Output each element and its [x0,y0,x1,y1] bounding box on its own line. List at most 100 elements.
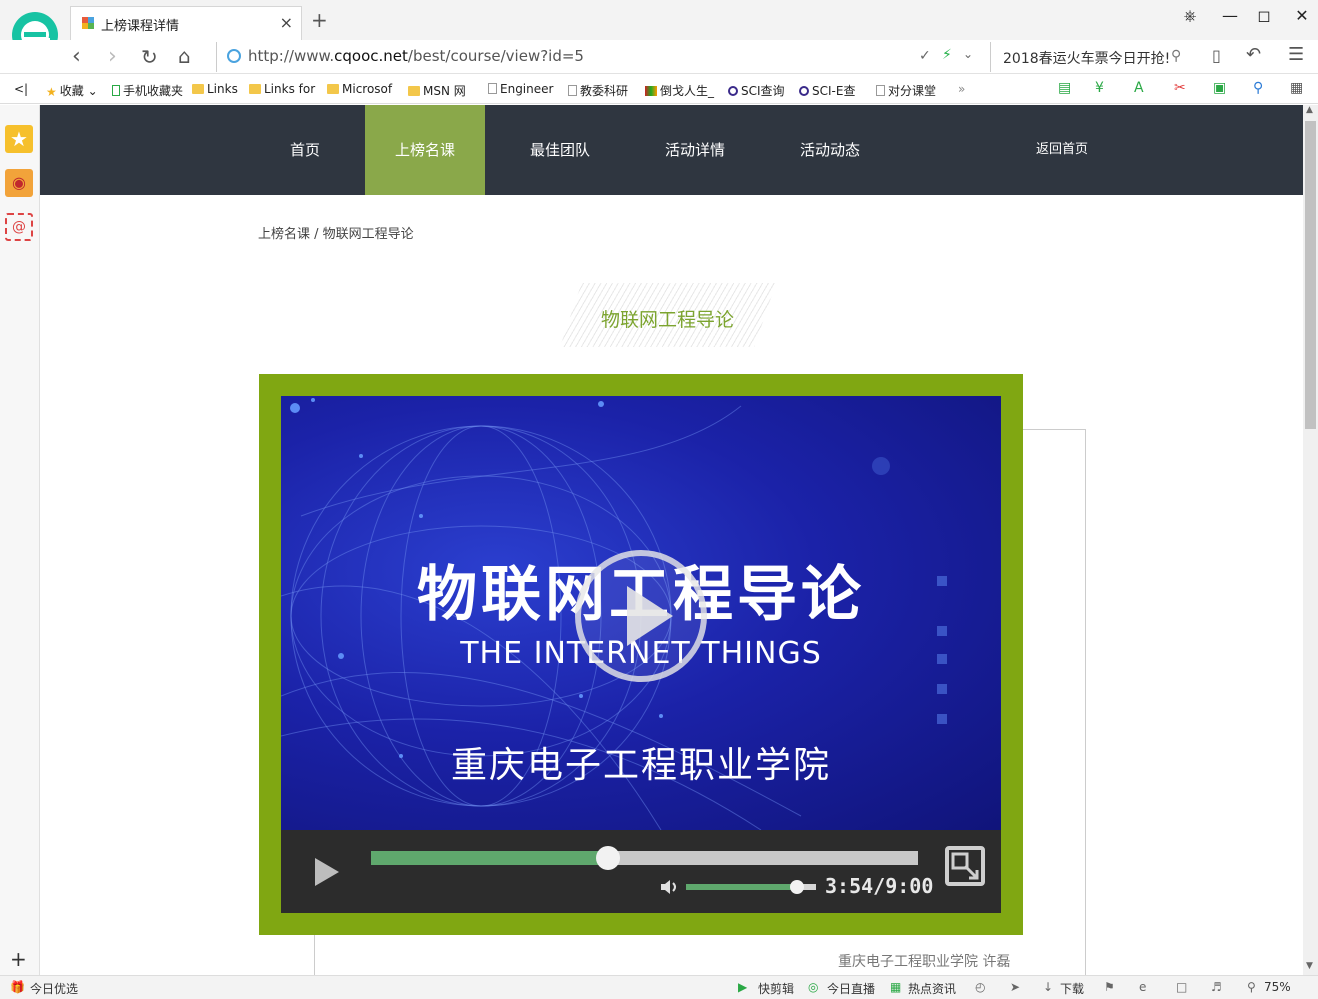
bookmark-sci-e[interactable]: SCI-E查 [799,82,855,99]
course-credit: 重庆电子工程职业学院 许磊 [838,954,1011,970]
browser-sidebar: ★ ◉ @ + [0,105,40,975]
window-close-icon[interactable]: ✕ [1290,6,1314,25]
volume-icon[interactable] [659,879,681,895]
bookmark-engineer[interactable]: Engineer [488,82,553,96]
gift-icon[interactable]: 🎁 [10,980,25,994]
progress-handle[interactable] [596,846,620,870]
bookmark-mobile-folder[interactable]: 手机收藏夹 [112,82,183,99]
flag-icon[interactable]: ⚑ [1104,980,1115,994]
accelerate-icon[interactable]: ➤ [1010,980,1020,994]
browser-tab[interactable]: 上榜课程详情 × [70,6,302,40]
speed-icon[interactable]: ◴ [975,980,985,994]
nav-home[interactable]: 首页 [265,105,345,195]
video-player[interactable]: 物联网工程导论 THE INTERNET THINGS 重庆电子工程职业学院 [281,396,1001,830]
game-icon[interactable]: ▣ [1213,80,1226,96]
nav-best-team[interactable]: 最佳团队 [515,105,605,195]
ie-mode-icon[interactable]: e [1139,980,1146,994]
download-icon: ↓ [1043,980,1054,994]
mobile-icon[interactable]: ▯ [1212,46,1221,65]
scroll-down-icon[interactable]: ▼ [1306,961,1313,971]
new-tab-button[interactable]: + [311,8,328,32]
reader-icon[interactable]: ▤ [1058,80,1071,96]
refresh-icon[interactable]: ↻ [141,45,158,69]
volume-handle[interactable] [789,880,804,894]
nav-event-details[interactable]: 活动详情 [650,105,740,195]
screenshot-icon[interactable]: ✂ [1174,80,1186,96]
bookmark-daoge[interactable]: 倒戈人生_ [645,82,714,99]
wallet-icon[interactable]: ¥ [1095,80,1104,96]
collapse-sidebar-icon[interactable]: <| [14,82,28,96]
search-box[interactable]: 2018春运火车票今日开抢! ⚲ [990,42,1190,72]
speed-mode-icon[interactable]: ⚡ [942,47,952,63]
home-icon[interactable]: ⌂ [178,44,191,68]
tab-title: 上榜课程详情 [101,19,180,34]
bookmark-links[interactable]: Links [192,82,238,96]
search-icon[interactable]: ⚲ [1171,48,1181,64]
minimize-icon[interactable]: — [1218,6,1242,25]
page-favicon-icon [82,17,94,29]
status-bar: 🎁 今日优选 ▶ 快剪辑 ◎ 今日直播 ▦ 热点资讯 ◴ ➤ ↓ 下载 ⚑ e … [0,975,1318,999]
mail-icon[interactable]: @ [5,213,33,241]
weibo-icon[interactable]: ◉ [5,169,33,197]
forward-icon[interactable]: › [108,44,117,69]
zoom-search-icon[interactable]: ⚲ [1253,80,1263,96]
favorites-star-icon[interactable]: ★ [5,125,33,153]
scroll-up-icon[interactable]: ▲ [1306,105,1313,115]
time-display: 3:54/9:00 [825,874,934,898]
volume-slider[interactable] [686,880,816,894]
window-icon[interactable]: □ [1176,980,1187,994]
back-icon[interactable]: ‹ [72,44,81,69]
add-sidebar-icon[interactable]: + [10,947,27,971]
status-download[interactable]: 下载 [1060,980,1084,997]
live-icon: ◎ [808,980,819,994]
bookmark-research[interactable]: 教委科研 [568,82,628,99]
progress-bar[interactable] [371,846,918,870]
bookmark-sci-query[interactable]: SCI查询 [728,82,785,99]
chevron-down-icon[interactable]: ⌄ [963,47,973,61]
bookmark-links-for[interactable]: Links for [249,82,315,96]
translate-icon[interactable]: A [1134,80,1144,96]
scroll-thumb[interactable] [1305,121,1316,429]
course-title: 物联网工程导论 [601,309,735,331]
address-bar[interactable]: http://www.cqooc.net/best/course/view?id… [216,42,988,72]
menu-icon[interactable]: ☰ [1288,44,1304,65]
bookmark-favorites[interactable]: ★ 收藏 ⌄ [46,82,98,99]
status-news[interactable]: 热点资讯 [908,980,956,997]
vertical-scrollbar[interactable]: ▲ ▼ [1303,105,1318,975]
fullscreen-glyph-icon [951,852,979,880]
video-frame: 物联网工程导论 THE INTERNET THINGS 重庆电子工程职业学院 3… [259,374,1023,935]
course-title-banner: 物联网工程导论 [560,283,780,347]
play-control-icon[interactable] [315,858,339,886]
tab-close-icon[interactable]: × [280,13,293,32]
bookmark-duifen[interactable]: 对分课堂 [876,82,936,99]
news-icon: ▦ [890,980,902,994]
big-play-button[interactable] [575,550,707,682]
volume-level [686,884,797,890]
skin-icon[interactable]: ⎈ [1178,6,1202,26]
url-text[interactable]: http://www.cqooc.net/best/course/view?id… [248,47,584,65]
nav-event-news[interactable]: 活动动态 [785,105,875,195]
zoom-level[interactable]: 75% [1264,980,1291,994]
progress-played [371,851,608,865]
breadcrumb[interactable]: 上榜名课 / 物联网工程导论 [258,223,414,242]
video-school: 重庆电子工程职业学院 [450,745,831,786]
share-icon[interactable]: ✓ [919,48,931,64]
video-controls: 3:54/9:00 [281,830,1001,913]
back-home-link[interactable]: 返回首页 [1036,138,1088,157]
play-icon [627,586,673,646]
status-quick-clip[interactable]: 快剪辑 [758,980,794,997]
undo-close-icon[interactable]: ↶ [1246,44,1261,65]
status-live[interactable]: 今日直播 [827,980,875,997]
bookmark-msn[interactable]: MSN 网 [408,82,466,99]
apps-icon[interactable]: ▦ [1290,80,1303,96]
maximize-icon[interactable]: ◻ [1252,6,1276,25]
site-nav: 首页 上榜名课 最佳团队 活动详情 活动动态 返回首页 [40,105,1303,195]
bookmark-microsoft[interactable]: Microsof [327,82,392,96]
bookmarks-overflow[interactable]: » [958,82,965,96]
navigation-toolbar: ‹ › ↻ ⌂ http://www.cqooc.net/best/course… [0,40,1318,74]
daily-picks[interactable]: 今日优选 [30,980,78,997]
search-text[interactable]: 2018春运火车票今日开抢! [1003,48,1173,68]
nav-top-courses[interactable]: 上榜名课 [365,105,485,195]
fullscreen-icon[interactable] [945,846,985,886]
sound-icon[interactable]: ♬ [1211,980,1222,994]
